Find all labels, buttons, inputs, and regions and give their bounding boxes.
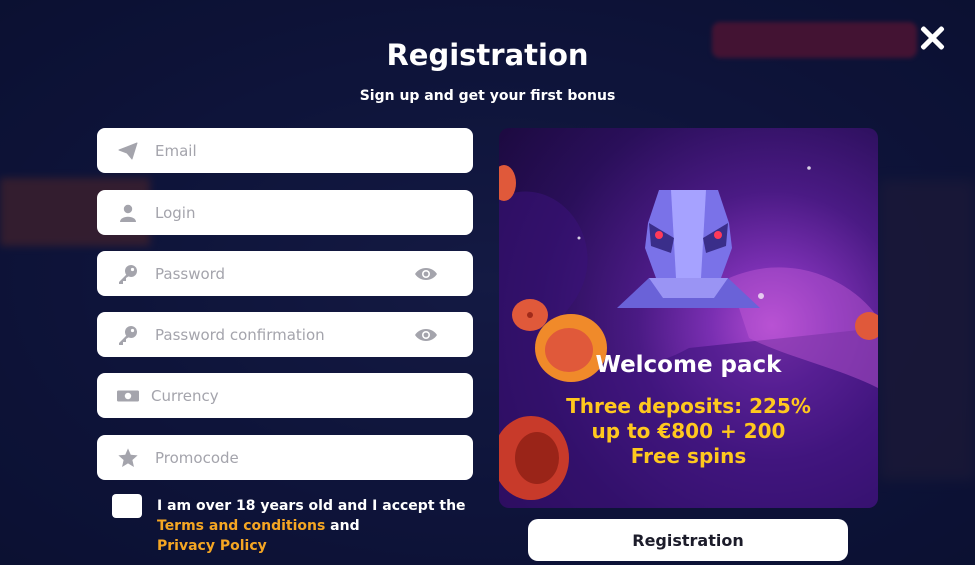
promo-offer-line: Free spins <box>630 444 747 468</box>
promo-offer: Three deposits: 225% up to €800 + 200 Fr… <box>499 394 878 469</box>
agreement-text-part-1: I am over 18 years old and I accept the <box>157 498 466 514</box>
password-field[interactable] <box>97 250 473 297</box>
password-confirmation-field[interactable] <box>97 311 473 358</box>
privacy-policy-link[interactable]: Privacy Policy <box>157 538 267 554</box>
money-icon <box>117 385 139 407</box>
promo-title: Welcome pack <box>595 352 782 378</box>
registration-button[interactable]: Registration <box>528 519 848 561</box>
login-field[interactable] <box>97 189 473 236</box>
eye-icon[interactable] <box>413 325 439 345</box>
age-terms-checkbox[interactable] <box>112 494 142 518</box>
promocode-field[interactable] <box>97 434 473 481</box>
agreement-text: I am over 18 years old and I accept the … <box>157 496 487 556</box>
currency-select[interactable] <box>149 372 473 419</box>
email-input[interactable] <box>153 127 473 174</box>
terms-link[interactable]: Terms and conditions <box>157 518 325 534</box>
password-input[interactable] <box>153 250 413 297</box>
promocode-input[interactable] <box>153 434 473 481</box>
password-confirmation-input[interactable] <box>153 311 413 358</box>
email-field[interactable] <box>97 127 473 174</box>
eye-icon[interactable] <box>413 264 439 284</box>
welcome-pack-card: Welcome pack Three deposits: 225% up to … <box>499 128 878 508</box>
agreement-text-part-2: and <box>325 518 360 534</box>
key-icon <box>117 263 139 285</box>
promo-offer-line: up to €800 + 200 <box>591 419 786 443</box>
modal-subtitle: Sign up and get your first bonus <box>359 88 616 104</box>
user-icon <box>117 202 139 224</box>
currency-field[interactable] <box>97 372 473 419</box>
star-icon <box>117 447 139 469</box>
paper-plane-icon <box>117 140 139 162</box>
key-icon <box>117 324 139 346</box>
modal-title: Registration <box>386 38 589 72</box>
promo-offer-line: Three deposits: 225% <box>566 394 811 418</box>
login-input[interactable] <box>153 189 473 236</box>
